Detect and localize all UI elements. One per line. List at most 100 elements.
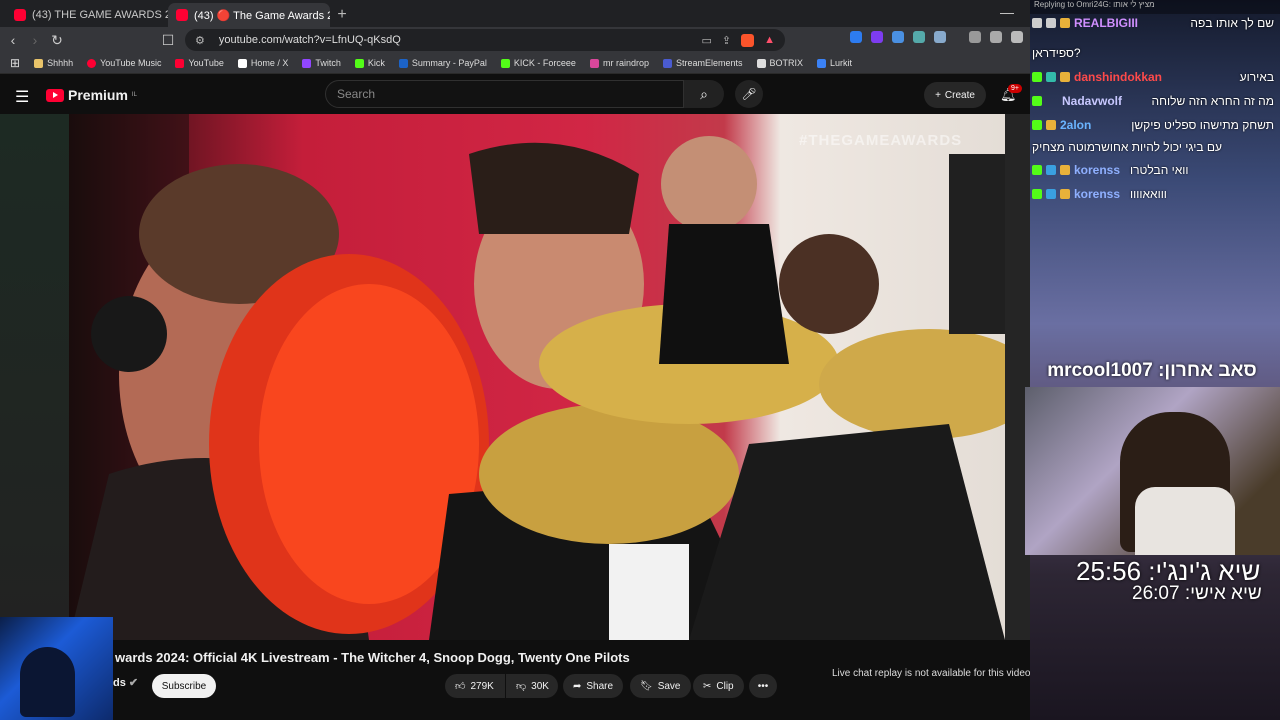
browser-tab-bar: (43) THE GAME AWARDS 2025: Offici (43) 🔴… — [0, 0, 1030, 27]
create-button[interactable]: + Create — [924, 82, 986, 108]
apps-icon[interactable]: ⊞ — [10, 56, 20, 70]
chat-message: Nadavwolf מה זה החרא הזה שלוחה — [1032, 94, 1274, 108]
search-icon[interactable]: ⌕ — [684, 80, 724, 108]
new-tab-button[interactable]: + — [330, 3, 354, 27]
url-actions: ▭ ⇪ ▲ — [701, 33, 775, 47]
brave-rewards-icon[interactable]: ▲ — [764, 34, 775, 47]
bookmark-item[interactable]: Home / X — [237, 58, 288, 68]
chat-text: תשחק מתישהו ספליט פיקשן — [1131, 118, 1274, 132]
thumbs-up-icon: 👍︎ — [455, 681, 466, 692]
cast-icon[interactable]: ▭ — [701, 34, 711, 47]
chat-text: עם ביגי יכול להיות אחושרמוטה מצחיק — [1032, 140, 1222, 154]
streamer-shirt — [1135, 487, 1235, 555]
bookmark-item[interactable]: YouTube Music — [87, 58, 161, 68]
webcam-figure — [20, 647, 75, 717]
search-input[interactable]: Search — [325, 80, 684, 108]
channel-name[interactable]: ds ✔ — [113, 676, 138, 689]
browser-tab-active[interactable]: (43) 🔴 The Game Awards 20 ✕ — [168, 3, 330, 27]
bookmark-item[interactable]: Kick — [354, 58, 385, 68]
media-icon[interactable] — [969, 31, 981, 43]
chat-username: Nadavwolf — [1062, 94, 1123, 108]
youtube-header: ☰ Premium IL Search ⌕ 🎤︎ + Create 🔔︎ 9+ — [0, 75, 1086, 115]
back-icon[interactable]: ‹ — [2, 32, 24, 48]
menu-icon[interactable]: ☰ — [15, 87, 29, 107]
address-bar[interactable]: ⚙ youtube.com/watch?v=LfnUQ-qKsdQ ▭ ⇪ ▲ — [185, 29, 785, 51]
chat-username: REALBIGIII — [1074, 16, 1139, 30]
extension-icon[interactable] — [913, 31, 925, 43]
extension-icon[interactable] — [934, 31, 946, 43]
chat-text: וואי הבלטרו — [1130, 163, 1189, 177]
plus-icon: + — [935, 89, 941, 101]
forward-icon[interactable]: › — [24, 32, 46, 48]
youtube-favicon-icon — [176, 9, 188, 21]
chat-text: ?ספידראן — [1032, 46, 1081, 60]
brave-shield-icon[interactable] — [741, 33, 755, 47]
video-frame — [69, 114, 1005, 640]
browser-tab[interactable]: (43) THE GAME AWARDS 2025: Offici — [6, 3, 168, 27]
chat-text: באירוע — [1239, 70, 1274, 84]
subscribe-button[interactable]: Subscribe — [152, 674, 216, 698]
bookmark-item[interactable]: StreamElements — [662, 58, 743, 68]
scissors-icon: ✂ — [703, 680, 712, 692]
chat-username: korenss — [1074, 163, 1121, 177]
wallet-icon[interactable] — [1011, 31, 1023, 43]
player-backdrop-left — [0, 114, 69, 640]
chat-username: danshindokkan — [1074, 70, 1163, 84]
chat-badge-icon — [1046, 189, 1056, 199]
bookmark-item[interactable]: Shhhh — [34, 58, 73, 68]
extension-icons — [850, 31, 1023, 43]
bookmark-item[interactable]: Twitch — [302, 58, 341, 68]
youtube-play-icon — [46, 88, 64, 102]
bookmark-item[interactable]: Summary - PayPal — [398, 58, 487, 68]
tab-title: (43) THE GAME AWARDS 2025: Offici — [32, 9, 168, 21]
share-page-icon[interactable]: ⇪ — [722, 34, 731, 47]
url-text: youtube.com/watch?v=LfnUQ-qKsdQ — [218, 34, 401, 46]
more-actions-button[interactable]: ••• — [749, 674, 777, 698]
share-button[interactable]: ➦ Share — [563, 674, 624, 698]
chat-badge-icon — [1032, 18, 1042, 28]
chat-text: ווואאוווו — [1130, 187, 1167, 201]
chat-badge-icon — [1032, 189, 1042, 199]
save-button[interactable]: 🔖︎ Save — [630, 674, 691, 698]
chat-text: מה זה החרא הזה שלוחה — [1151, 94, 1274, 108]
tab-title: (43) 🔴 The Game Awards 20 — [194, 9, 330, 22]
bookmark-item[interactable]: BOTRIX — [756, 58, 803, 68]
screen: (43) THE GAME AWARDS 2025: Offici (43) 🔴… — [0, 0, 1280, 720]
browser-toolbar: ‹ › ↻ ☐ ⚙ youtube.com/watch?v=LfnUQ-qKsd… — [0, 27, 1030, 53]
bookmark-item[interactable]: Lurkit — [817, 58, 852, 68]
dislike-button[interactable]: 👎︎ 30K — [506, 674, 558, 698]
share-icon: ➦ — [573, 680, 582, 692]
bookmark-item[interactable]: mr raindrop — [589, 58, 649, 68]
chat-badge-icon — [1060, 18, 1070, 28]
like-button[interactable]: 👍︎ 279K — [445, 674, 505, 698]
chat-badge-icon — [1032, 72, 1042, 82]
extension-icon[interactable] — [871, 31, 883, 43]
chat-badge-icon — [1046, 165, 1056, 175]
verified-icon: ✔ — [128, 677, 139, 689]
minimize-window-icon[interactable]: — — [1000, 4, 1014, 20]
extension-icon[interactable] — [892, 31, 904, 43]
bookmark-icon: 🔖︎ — [640, 680, 653, 692]
bookmarks-bar: ⊞ Shhhh YouTube Music YouTube Home / X T… — [0, 53, 1030, 74]
chat-message: ?ספידראן — [1032, 46, 1274, 60]
video-player[interactable]: #THEGAMEAWARDS — [69, 114, 1005, 640]
live-chat-note: Live chat replay is not available for th… — [832, 668, 1034, 679]
bookmark-item[interactable]: KICK - Forceee — [500, 58, 576, 68]
extension-icon[interactable] — [850, 31, 862, 43]
youtube-favicon-icon — [14, 9, 26, 21]
chat-badge-icon — [1060, 72, 1070, 82]
bookmark-item[interactable]: YouTube — [175, 58, 224, 68]
chat-badge-icon — [1032, 165, 1042, 175]
last-subscriber-label: סאב אחרון: mrcool1007 — [1047, 360, 1257, 381]
youtube-logo[interactable]: Premium IL — [46, 87, 137, 103]
chat-badge-icon — [1060, 165, 1070, 175]
site-info-icon[interactable]: ⚙ — [195, 34, 205, 47]
microphone-icon[interactable]: 🎤︎ — [735, 80, 763, 108]
thumbs-down-icon: 👎︎ — [516, 681, 527, 692]
bookmark-page-icon[interactable]: ☐ — [157, 32, 179, 49]
reload-icon[interactable]: ↻ — [46, 32, 68, 49]
sidebar-icon[interactable] — [990, 31, 1002, 43]
clip-button[interactable]: ✂ Clip — [693, 674, 744, 698]
chat-username: 2alon — [1060, 118, 1092, 132]
chat-username: korenss — [1074, 187, 1121, 201]
